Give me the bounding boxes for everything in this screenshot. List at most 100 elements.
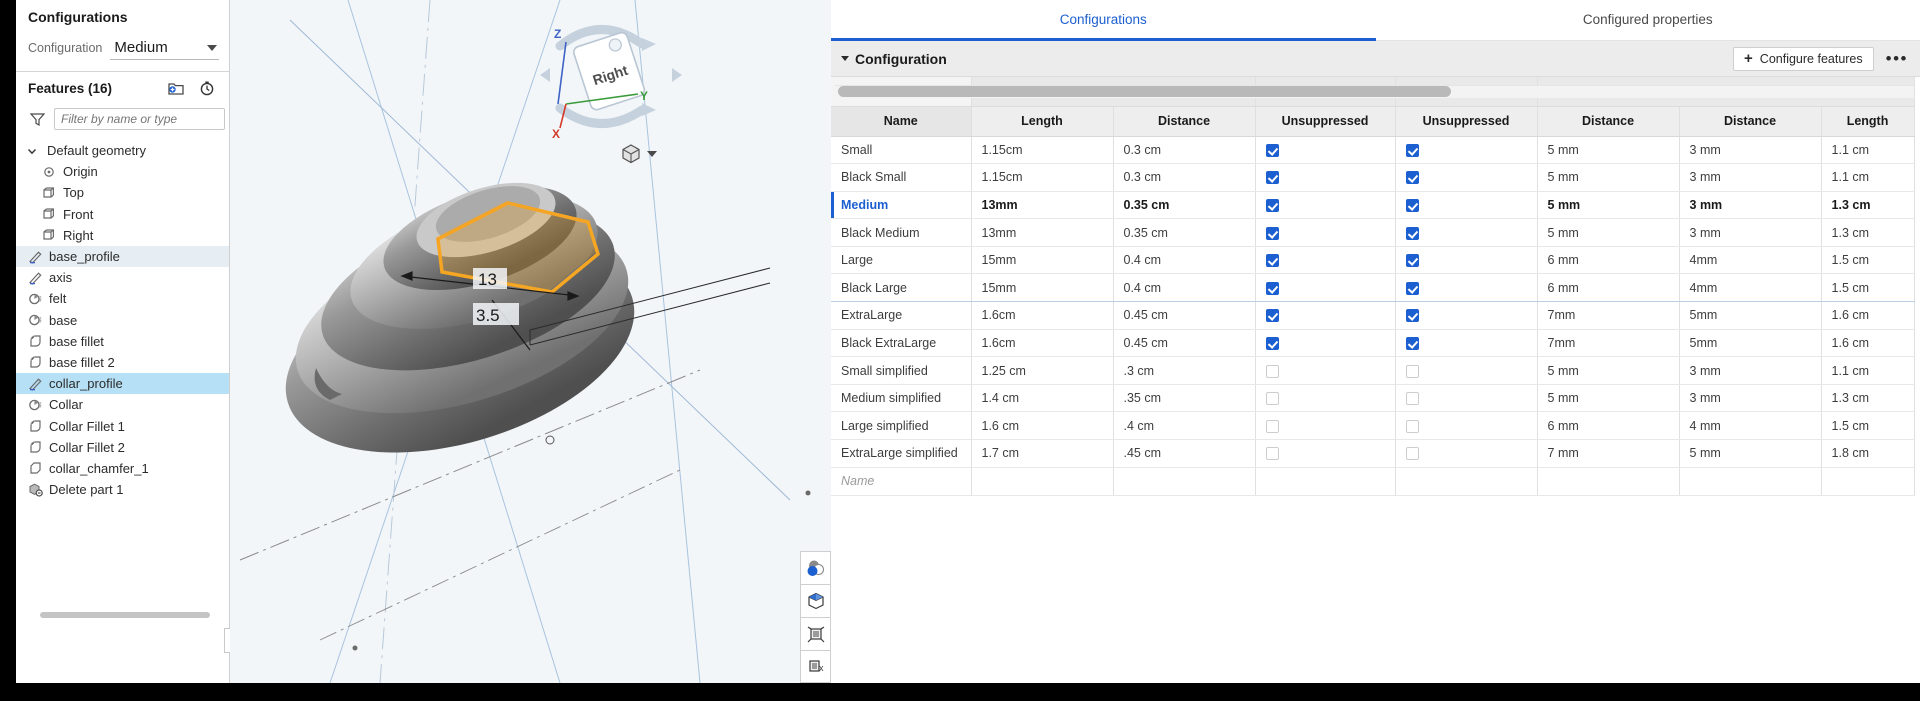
base-fillet-unsuppressed-checkbox[interactable] [1266,227,1279,240]
configuration-name-cell[interactable]: Black Large [831,274,971,302]
base-fillet-2-unsuppressed-checkbox[interactable] [1406,337,1419,350]
base-fillet-unsuppressed-checkbox[interactable] [1266,365,1279,378]
feature-tree-item-front[interactable]: Front [16,204,229,225]
base-profile-length-cell[interactable]: 15mm [971,246,1113,274]
chevron-down-icon[interactable] [841,56,849,61]
table-row[interactable]: Large15mm0.4 cm 6 mm4mm1.5 cm [831,246,1914,274]
collar-profile-length-cell[interactable]: 1.3 cm [1821,219,1914,247]
base-fillet-2-unsuppressed-checkbox[interactable] [1406,420,1419,433]
table-column-header[interactable]: Distance [1113,106,1255,136]
collar-profile-distance-1-cell[interactable]: 7 mm [1537,440,1679,468]
base-fillet-2-unsuppressed-checkbox[interactable] [1406,171,1419,184]
base-fillet-2-unsuppressed-checkbox[interactable] [1406,227,1419,240]
base-profile-distance-cell[interactable]: .3 cm [1113,357,1255,385]
configure-features-button[interactable]: + Configure features [1733,47,1874,71]
table-column-header[interactable]: Unsuppressed [1395,106,1537,136]
feature-tree-item-base[interactable]: base [16,310,229,331]
base-fillet-2-unsuppressed-checkbox[interactable] [1406,254,1419,267]
feature-tree-scrollbar[interactable] [40,612,210,618]
base-fillet-2-unsuppressed-checkbox[interactable] [1406,199,1419,212]
tab-configured-properties[interactable]: Configured properties [1376,0,1920,41]
explode-view-icon[interactable] [800,617,831,650]
base-profile-length-cell[interactable]: 1.6cm [971,329,1113,357]
table-row[interactable]: ExtraLarge1.6cm0.45 cm7mm5mm1.6 cm [831,302,1914,330]
configuration-name-cell[interactable]: Small simplified [831,357,971,385]
base-profile-length-cell[interactable]: 1.25 cm [971,357,1113,385]
collar-profile-distance-1-cell[interactable]: 7mm [1537,329,1679,357]
table-row[interactable]: Small simplified1.25 cm.3 cm5 mm3 mm1.1 … [831,357,1914,385]
collar-profile-length-cell[interactable]: 1.3 cm [1821,384,1914,412]
base-profile-length-cell[interactable]: 13mm [971,191,1113,219]
view-cube[interactable]: Right Z Y X [530,8,690,138]
tab-configurations[interactable]: Configurations [831,0,1376,41]
base-profile-distance-cell[interactable]: .4 cm [1113,412,1255,440]
collar-profile-length-cell[interactable]: 1.5 cm [1821,246,1914,274]
base-fillet-unsuppressed-checkbox[interactable] [1266,420,1279,433]
history-icon[interactable] [199,80,215,96]
collar-profile-distance-2-cell[interactable]: 3 mm [1679,219,1821,247]
feature-tree-item-collar-fillet-2[interactable]: Collar Fillet 2 [16,437,229,458]
collar-profile-distance-1-cell[interactable]: 7mm [1537,302,1679,330]
collar-profile-distance-2-cell[interactable]: 4 mm [1679,412,1821,440]
configuration-name-cell[interactable]: ExtraLarge [831,302,971,330]
base-profile-length-cell[interactable]: 1.4 cm [971,384,1113,412]
base-fillet-2-unsuppressed-checkbox[interactable] [1406,144,1419,157]
table-row[interactable]: Black ExtraLarge1.6cm0.45 cm7mm5mm1.6 cm [831,329,1914,357]
collar-profile-length-cell[interactable]: 1.1 cm [1821,357,1914,385]
feature-tree-item-delete-part-1[interactable]: Delete part 1 [16,479,229,500]
collar-profile-distance-2-cell[interactable]: 3 mm [1679,136,1821,164]
feature-tree-item-axis[interactable]: axis [16,267,229,288]
base-profile-distance-cell[interactable]: 0.4 cm [1113,246,1255,274]
table-horizontal-scrollbar[interactable] [838,86,1451,97]
base-profile-length-cell[interactable]: 1.15cm [971,136,1113,164]
base-fillet-unsuppressed-checkbox[interactable] [1266,199,1279,212]
table-row[interactable]: Small1.15cm0.3 cm5 mm3 mm1.1 cm [831,136,1914,164]
collar-profile-length-cell[interactable]: 1.5 cm [1821,274,1914,302]
collar-profile-distance-1-cell[interactable]: 5 mm [1537,219,1679,247]
measure-icon[interactable]: x [800,650,831,683]
table-column-header[interactable]: Length [1821,106,1914,136]
feature-tree-item-base-fillet[interactable]: base fillet [16,331,229,352]
feature-tree-item-felt[interactable]: felt [16,288,229,309]
filter-icon[interactable] [30,112,45,126]
configuration-name-cell[interactable]: ExtraLarge simplified [831,440,971,468]
base-fillet-unsuppressed-checkbox[interactable] [1266,447,1279,460]
view-orientation-dropdown[interactable] [620,143,657,165]
collar-profile-distance-2-cell[interactable]: 4mm [1679,246,1821,274]
configuration-name-cell[interactable]: Black Medium [831,219,971,247]
base-profile-distance-cell[interactable]: 0.35 cm [1113,219,1255,247]
collar-profile-length-cell[interactable]: 1.3 cm [1821,191,1914,219]
feature-tree-item-right[interactable]: Right [16,225,229,246]
collar-profile-distance-2-cell[interactable]: 3 mm [1679,164,1821,192]
table-column-header[interactable]: Distance [1679,106,1821,136]
collar-profile-distance-2-cell[interactable]: 5 mm [1679,440,1821,468]
base-fillet-unsuppressed-checkbox[interactable] [1266,309,1279,322]
collar-profile-length-cell[interactable]: 1.6 cm [1821,329,1914,357]
base-profile-distance-cell[interactable]: .45 cm [1113,440,1255,468]
collar-profile-distance-2-cell[interactable]: 4mm [1679,274,1821,302]
collar-profile-length-cell[interactable]: 1.5 cm [1821,412,1914,440]
configuration-name-cell[interactable]: Medium simplified [831,384,971,412]
table-column-header[interactable]: Name [831,106,971,136]
base-fillet-unsuppressed-checkbox[interactable] [1266,171,1279,184]
configuration-name-cell[interactable]: Black ExtraLarge [831,329,971,357]
base-fillet-2-unsuppressed-checkbox[interactable] [1406,309,1419,322]
feature-tree-item-top[interactable]: Top [16,182,229,203]
new-configuration-row[interactable]: Name [831,467,1914,495]
configuration-name-cell[interactable]: Large [831,246,971,274]
feature-tree-item-collar[interactable]: Collar [16,394,229,415]
feature-tree-item-default-geometry[interactable]: Default geometry [16,140,229,161]
configuration-name-cell[interactable]: Large simplified [831,412,971,440]
feature-tree-item-collar-chamfer-1[interactable]: collar_chamfer_1 [16,458,229,479]
collar-profile-length-cell[interactable]: 1.1 cm [1821,136,1914,164]
base-fillet-unsuppressed-checkbox[interactable] [1266,392,1279,405]
collar-profile-distance-1-cell[interactable]: 6 mm [1537,246,1679,274]
base-fillet-2-unsuppressed-checkbox[interactable] [1406,282,1419,295]
configuration-name-cell[interactable]: Black Small [831,164,971,192]
base-fillet-unsuppressed-checkbox[interactable] [1266,282,1279,295]
base-profile-distance-cell[interactable]: .35 cm [1113,384,1255,412]
configuration-name-cell[interactable]: Medium [831,191,971,219]
feature-tree-item-base-fillet-2[interactable]: base fillet 2 [16,352,229,373]
collar-profile-distance-2-cell[interactable]: 3 mm [1679,357,1821,385]
configuration-dropdown[interactable]: Medium [110,36,219,60]
